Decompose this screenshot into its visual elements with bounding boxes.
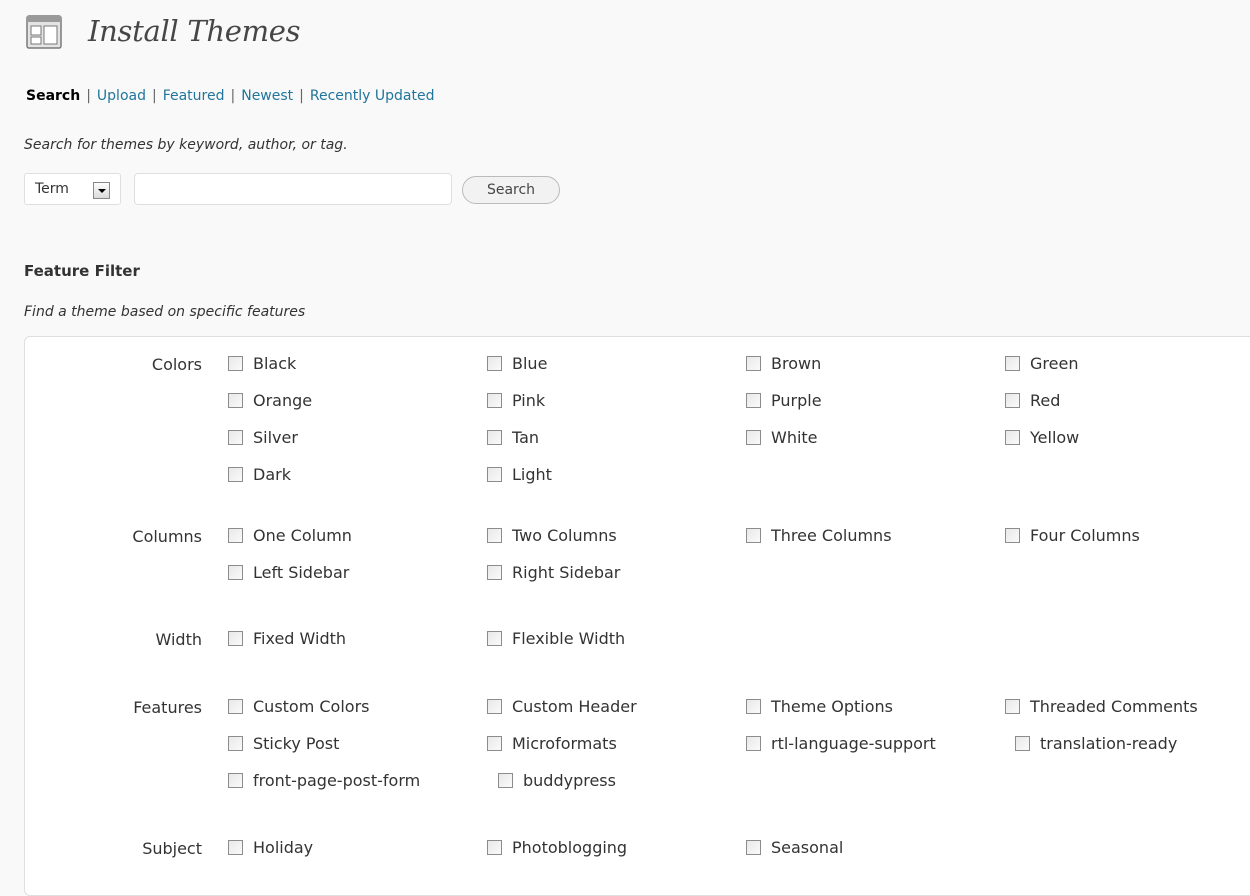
dropdown-arrow-icon[interactable] <box>93 182 110 199</box>
filter-checkbox-sticky-post[interactable] <box>228 736 243 751</box>
filter-group-label-width: Width <box>155 630 202 649</box>
filter-checkbox-four-columns[interactable] <box>1005 528 1020 543</box>
filter-option-label: Three Columns <box>771 526 892 545</box>
filter-option-label: One Column <box>253 526 352 545</box>
filter-option-label: White <box>771 428 818 447</box>
filter-option-label: rtl-language-support <box>771 734 936 753</box>
filter-option-label: Dark <box>253 465 291 484</box>
filter-option-label: Purple <box>771 391 822 410</box>
feature-filter-panel: Colors Black Blue Brown Green Orange Pink Purpl… <box>24 336 1250 896</box>
filter-option-label: Threaded Comments <box>1030 697 1198 716</box>
filter-option-label: Orange <box>253 391 313 410</box>
filter-option-label: Black <box>253 354 297 373</box>
filter-checkbox-white[interactable] <box>746 430 761 445</box>
filter-option-label: translation-ready <box>1040 734 1178 753</box>
filter-checkbox-yellow[interactable] <box>1005 430 1020 445</box>
filter-checkbox-brown[interactable] <box>746 356 761 371</box>
filter-checkbox-front-page-post-form[interactable] <box>228 773 243 788</box>
filter-option-label: Photoblogging <box>512 838 628 857</box>
filter-option-label: Green <box>1030 354 1079 373</box>
filter-checkbox-blue[interactable] <box>487 356 502 371</box>
filter-option-label: Sticky Post <box>253 734 340 753</box>
filter-option-label: buddypress <box>523 771 616 790</box>
filter-option-label: front-page-post-form <box>253 771 421 790</box>
filter-checkbox-tan[interactable] <box>487 430 502 445</box>
filter-option-label: Red <box>1030 391 1061 410</box>
filter-checkbox-holiday[interactable] <box>228 840 243 855</box>
search-type-select[interactable]: Term <box>24 173 121 205</box>
filter-checkbox-translation-ready[interactable] <box>1015 736 1030 751</box>
filter-checkbox-buddypress[interactable] <box>498 773 513 788</box>
filter-group-label-subject: Subject <box>142 839 202 858</box>
filter-option-label: Seasonal <box>771 838 844 857</box>
filter-option-label: Two Columns <box>512 526 617 545</box>
filter-checkbox-custom-header[interactable] <box>487 699 502 714</box>
filter-option-label: Microformats <box>512 734 617 753</box>
filter-checkbox-one-column[interactable] <box>228 528 243 543</box>
filter-option-label: Four Columns <box>1030 526 1140 545</box>
filter-option-label: Left Sidebar <box>253 563 350 582</box>
filter-checkbox-dark[interactable] <box>228 467 243 482</box>
filter-checkbox-pink[interactable] <box>487 393 502 408</box>
filter-option-label: Blue <box>512 354 548 373</box>
subnav-separator: | <box>151 88 157 104</box>
filter-option-label: Tan <box>512 428 540 447</box>
filter-checkbox-custom-colors[interactable] <box>228 699 243 714</box>
filter-option-label: Theme Options <box>771 697 894 716</box>
subnav-newest[interactable]: Newest <box>241 88 293 104</box>
filter-checkbox-black[interactable] <box>228 356 243 371</box>
filter-checkbox-seasonal[interactable] <box>746 840 761 855</box>
filter-checkbox-green[interactable] <box>1005 356 1020 371</box>
subnav-upload[interactable]: Upload <box>97 88 146 104</box>
subnav-featured[interactable]: Featured <box>163 88 225 104</box>
filter-option-label: Silver <box>253 428 298 447</box>
filter-option-label: Pink <box>512 391 546 410</box>
subnav: Search | Upload | Featured | Newest | Recently U… <box>26 88 434 104</box>
filter-option-label: Light <box>512 465 552 484</box>
filter-option-label: Yellow <box>1030 428 1080 447</box>
subnav-search[interactable]: Search <box>26 88 80 104</box>
filter-checkbox-photoblogging[interactable] <box>487 840 502 855</box>
filter-checkbox-red[interactable] <box>1005 393 1020 408</box>
filter-checkbox-theme-options[interactable] <box>746 699 761 714</box>
filter-group-label-features: Features <box>133 698 202 717</box>
search-type-value: Term <box>35 181 69 197</box>
subnav-recently-updated[interactable]: Recently Updated <box>310 88 435 104</box>
filter-checkbox-fixed-width[interactable] <box>228 631 243 646</box>
filter-option-label: Custom Header <box>512 697 637 716</box>
filter-checkbox-purple[interactable] <box>746 393 761 408</box>
filter-group-label-colors: Colors <box>151 355 202 374</box>
filter-option-label: Fixed Width <box>253 629 347 648</box>
filter-option-label: Right Sidebar <box>512 563 621 582</box>
search-input[interactable] <box>134 173 452 205</box>
filter-checkbox-orange[interactable] <box>228 393 243 408</box>
feature-filter-description: Find a theme based on specific features <box>24 304 306 320</box>
filter-checkbox-right-sidebar[interactable] <box>487 565 502 580</box>
filter-option-label: Holiday <box>253 838 314 857</box>
filter-checkbox-three-columns[interactable] <box>746 528 761 543</box>
filter-group-label-columns: Columns <box>132 527 202 546</box>
subnav-separator: | <box>86 88 91 104</box>
filter-checkbox-microformats[interactable] <box>487 736 502 751</box>
subnav-separator: | <box>299 88 304 104</box>
filter-checkbox-left-sidebar[interactable] <box>228 565 243 580</box>
subnav-separator: | <box>230 88 236 104</box>
appearance-themes-icon <box>26 15 62 49</box>
filter-checkbox-threaded-comments[interactable] <box>1005 699 1020 714</box>
search-button[interactable]: Search <box>462 176 560 204</box>
filter-option-label: Flexible Width <box>512 629 626 648</box>
filter-checkbox-rtl-language-support[interactable] <box>746 736 761 751</box>
filter-checkbox-silver[interactable] <box>228 430 243 445</box>
feature-filter-heading: Feature Filter <box>24 262 140 280</box>
filter-option-label: Custom Colors <box>253 697 370 716</box>
search-description: Search for themes by keyword, author, or… <box>24 137 348 153</box>
filter-option-label: Brown <box>771 354 822 373</box>
page-title: Install Themes <box>88 14 301 48</box>
filter-checkbox-light[interactable] <box>487 467 502 482</box>
filter-checkbox-flexible-width[interactable] <box>487 631 502 646</box>
filter-checkbox-two-columns[interactable] <box>487 528 502 543</box>
